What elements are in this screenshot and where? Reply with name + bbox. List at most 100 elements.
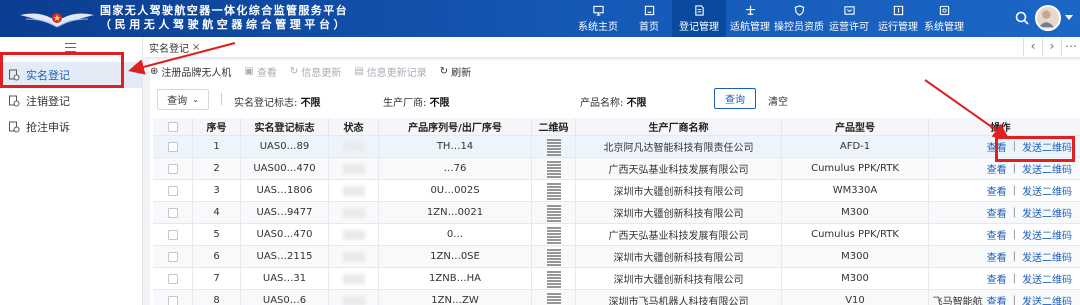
send-qr-link[interactable]: 发送二维码 [1022, 271, 1072, 286]
user-avatar[interactable] [1035, 5, 1061, 31]
row-checkbox[interactable] [167, 229, 178, 240]
send-qr-link[interactable]: 发送二维码 [1022, 293, 1072, 305]
send-qr-link[interactable]: 发送二维码 [1022, 183, 1072, 198]
row-number-cell: 1 [193, 136, 241, 157]
qr-code-icon[interactable] [546, 137, 561, 156]
tab-prev-icon[interactable]: ‹ [1023, 38, 1042, 56]
status-cell [329, 180, 379, 201]
nav-airworthiness[interactable]: 适航管理 [726, 0, 774, 37]
view-button[interactable]: ▣ 查看 [244, 64, 276, 79]
row-checkbox[interactable] [167, 141, 178, 152]
row-checkbox[interactable] [167, 251, 178, 262]
view-link[interactable]: 查看 [987, 161, 1007, 176]
row-number: 6 [213, 251, 220, 262]
product-filter-label: 产品名称: [580, 98, 624, 109]
status-filter[interactable]: 实名登记标志: 不限 [234, 94, 321, 109]
search-icon[interactable] [1014, 10, 1030, 26]
qr-code-icon[interactable] [546, 269, 561, 288]
qr-cell [532, 290, 576, 305]
checkbox-cell [153, 158, 193, 179]
nav-operator-qualification[interactable]: 操控员资质 [774, 0, 824, 37]
maker-cell: 深圳市大疆创新科技有限公司 [576, 268, 782, 289]
nav-system-home[interactable]: 系统主页 [570, 0, 626, 37]
redacted-status [342, 185, 365, 196]
qr-code-icon[interactable] [546, 181, 561, 200]
sidebar-item-cancel-registration[interactable]: 注销登记 [0, 88, 142, 114]
maker-name: 北京阿凡达智能科技有限责任公司 [603, 143, 754, 154]
search-button[interactable]: 查询 [714, 88, 756, 109]
view-link[interactable]: 查看 [987, 249, 1007, 264]
tab-real-name-registration[interactable]: 实名登记 × [149, 40, 200, 55]
redacted-status [342, 229, 365, 240]
info-update-button[interactable]: ↻ 信息更新 [290, 64, 341, 79]
sidebar-item-appeal[interactable]: 抢注申诉 [0, 114, 142, 140]
actions-cell: 飞马智能航 查看 | 发送二维码 [929, 290, 1080, 305]
model-name: M300 [841, 251, 869, 262]
row-checkbox[interactable] [167, 185, 178, 196]
maker-filter-value: 不限 [429, 98, 450, 109]
tab-close-icon[interactable]: × [192, 42, 200, 53]
table-row[interactable]: 2 UAS00…470 …76 广西天弘基业科技发展有限公司 Cumulus PPK/R… [153, 158, 1080, 180]
home-icon [644, 5, 654, 15]
table-row[interactable]: 6 UAS…2115 1ZN…0SE 深圳市大疆创新科技有限公司 M300 查看 | 发送二维… [153, 246, 1080, 268]
view-link[interactable]: 查看 [987, 183, 1007, 198]
nav-flight-management[interactable]: 运行管理 [874, 0, 922, 37]
user-menu-caret-icon[interactable] [1065, 15, 1073, 20]
user-portrait-icon [1038, 10, 1054, 28]
qr-cell [532, 136, 576, 157]
send-qr-link[interactable]: 发送二维码 [1022, 227, 1072, 242]
row-checkbox[interactable] [167, 207, 178, 218]
table-row[interactable]: 8 UAS0…6 1ZN…ZW 深圳市飞马机器人科技有限公司 V10 飞马智能航 查看 | 发送… [153, 290, 1080, 305]
row-number-cell: 8 [193, 290, 241, 305]
nav-home[interactable]: 首页 [626, 0, 672, 37]
tab-next-icon[interactable]: › [1042, 38, 1061, 56]
tab-more-icon[interactable]: ⋯ [1061, 38, 1080, 56]
serial-number: TH…14 [436, 141, 474, 152]
update-record-button[interactable]: ▤ 信息更新记录 [354, 64, 426, 79]
row-number-cell: 2 [193, 158, 241, 179]
serial-cell: …76 [379, 158, 532, 179]
table-row[interactable]: 5 UAS0…470 0… 广西天弘基业科技发展有限公司 Cumulus PPK/RTK… [153, 224, 1080, 246]
table-row[interactable]: 7 UAS…31 1ZNB…HA 深圳市大疆创新科技有限公司 M300 查看 | 发送二维码 [153, 268, 1080, 290]
query-dropdown[interactable]: 查询 ⌄ [157, 89, 209, 110]
table-row[interactable]: 1 UAS0…89 TH…14 北京阿凡达智能科技有限责任公司 AFD-1 查看 | 发送二维… [153, 136, 1080, 158]
serial-number: 0U…002S [430, 185, 480, 196]
table-row[interactable]: 3 UAS…1806 0U…002S 深圳市大疆创新科技有限公司 WM330A 查看 | 发送… [153, 180, 1080, 202]
maker-filter[interactable]: 生产厂商: 不限 [383, 94, 450, 109]
redacted-status [342, 207, 365, 218]
clear-button[interactable]: 清空 [768, 93, 788, 108]
send-qr-link[interactable]: 发送二维码 [1022, 205, 1072, 220]
view-icon: ▣ [244, 66, 254, 77]
model-cell: WM330A [782, 180, 929, 201]
nav-registration[interactable]: 登记管理 [672, 0, 726, 37]
view-link[interactable]: 查看 [987, 205, 1007, 220]
send-qr-link[interactable]: 发送二维码 [1022, 249, 1072, 264]
send-qr-link[interactable]: 发送二维码 [1022, 161, 1072, 176]
model-name: M300 [841, 273, 869, 284]
reg-mark: UAS00…470 [253, 163, 316, 174]
maker-name: 深圳市飞马机器人科技有限公司 [608, 297, 749, 305]
divider [221, 93, 222, 105]
row-checkbox[interactable] [167, 273, 178, 284]
register-drone-button[interactable]: ⊕ 注册品牌无人机 [150, 64, 231, 79]
serial-number: 1ZN…0021 [426, 207, 484, 218]
highlight-box-sidebar [0, 52, 124, 88]
qr-code-icon[interactable] [546, 247, 561, 266]
qr-code-icon[interactable] [546, 159, 561, 178]
select-all-checkbox[interactable] [167, 121, 178, 132]
qr-code-icon[interactable] [546, 203, 561, 222]
refresh-button[interactable]: ↻ 刷新 [440, 64, 471, 79]
view-link[interactable]: 查看 [987, 227, 1007, 242]
menu-toggle-icon[interactable] [65, 43, 76, 52]
view-link[interactable]: 查看 [987, 271, 1007, 286]
qr-code-icon[interactable] [546, 225, 561, 244]
nav-system-management[interactable]: 系统管理 [922, 0, 966, 37]
qr-code-icon[interactable] [546, 291, 561, 305]
table-row[interactable]: 4 UAS…9477 1ZN…0021 深圳市大疆创新科技有限公司 M300 查看 | 发送二… [153, 202, 1080, 224]
row-checkbox[interactable] [167, 295, 178, 305]
product-filter[interactable]: 产品名称: 不限 [580, 94, 647, 109]
row-checkbox[interactable] [167, 163, 178, 174]
view-link[interactable]: 查看 [987, 293, 1007, 305]
nav-operation-license[interactable]: 运营许可 [824, 0, 874, 37]
reg-mark-cell: UAS…2115 [241, 246, 329, 267]
